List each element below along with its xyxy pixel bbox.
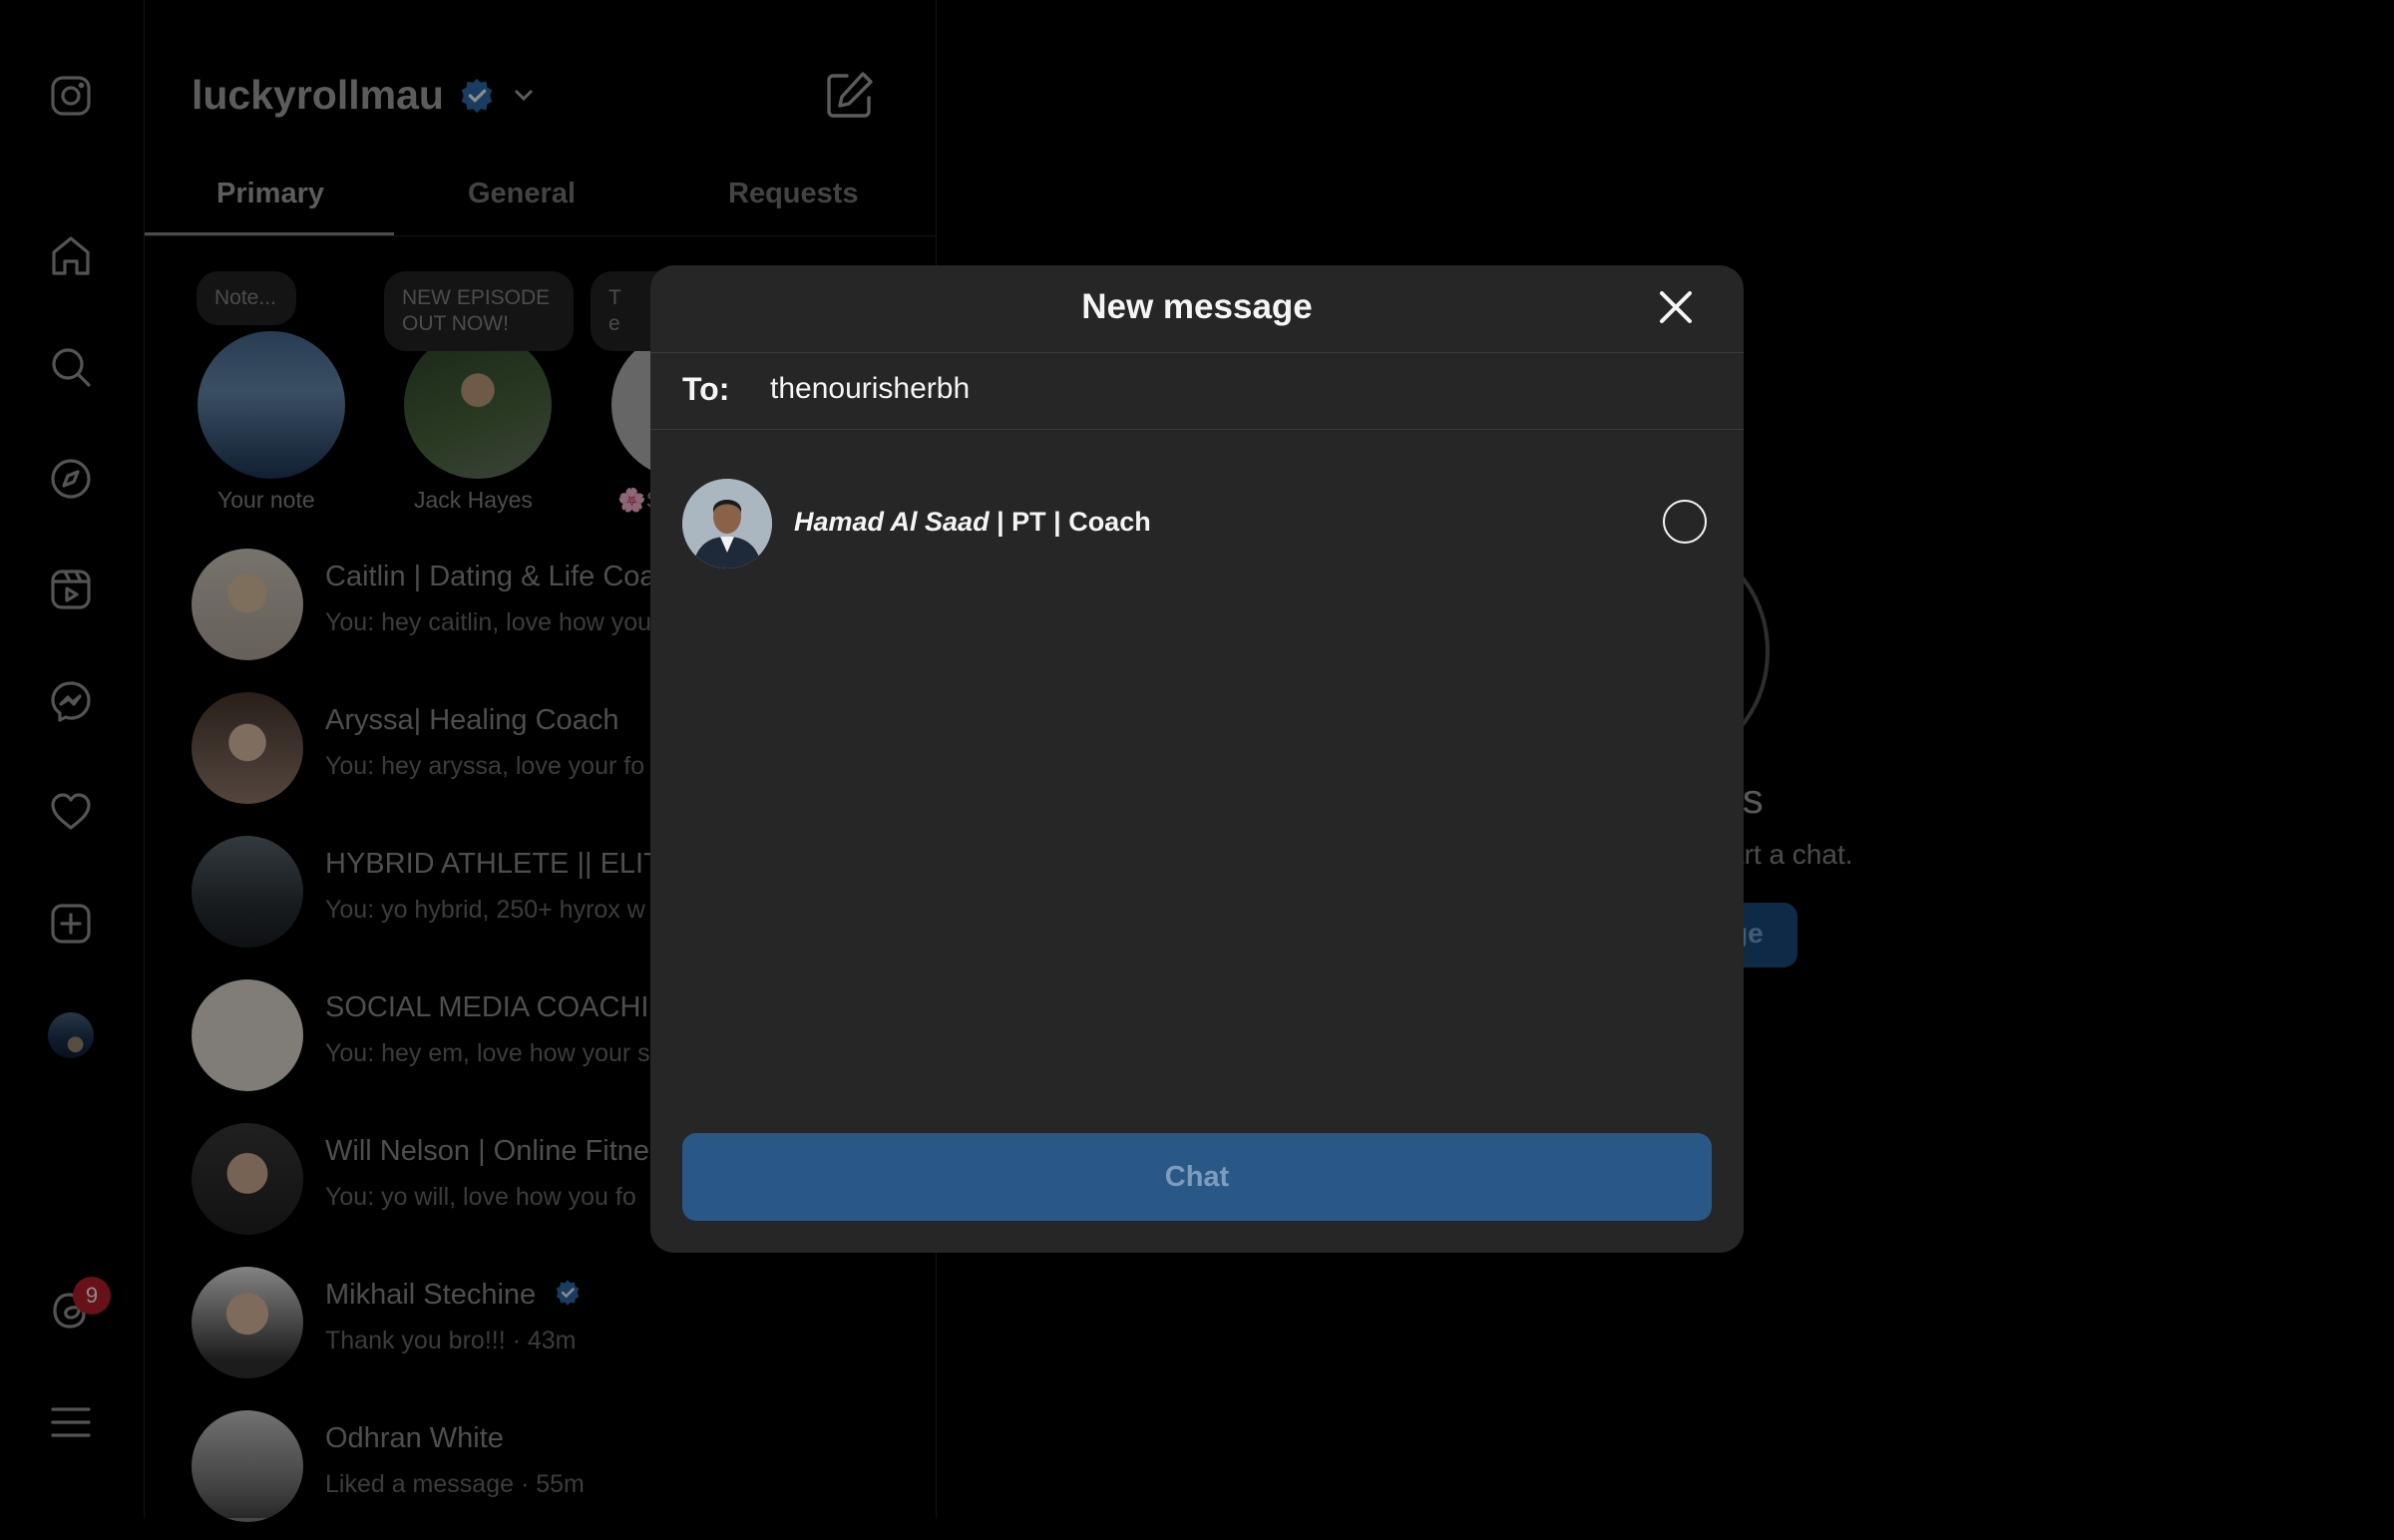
to-label: To: — [682, 371, 730, 407]
new-message-dialog: New message To: Hamad Al Saad | PT | Coa… — [650, 265, 1744, 1253]
recipient-search-input[interactable] — [768, 365, 1670, 413]
result-name-italic: Hamad Al Saad — [794, 507, 990, 537]
result-name-rest: | PT | Coach — [989, 507, 1151, 537]
close-icon[interactable] — [1654, 285, 1704, 335]
select-recipient-radio[interactable] — [1663, 500, 1707, 544]
avatar — [682, 479, 772, 569]
dialog-title: New message — [1081, 287, 1313, 326]
search-result-item[interactable]: Hamad Al Saad | PT | Coach — [650, 465, 1744, 588]
divider — [650, 352, 1744, 353]
divider — [650, 429, 1744, 430]
chat-button[interactable]: Chat — [682, 1133, 1712, 1221]
search-result-name: Hamad Al Saad | PT | Coach — [794, 507, 1151, 538]
